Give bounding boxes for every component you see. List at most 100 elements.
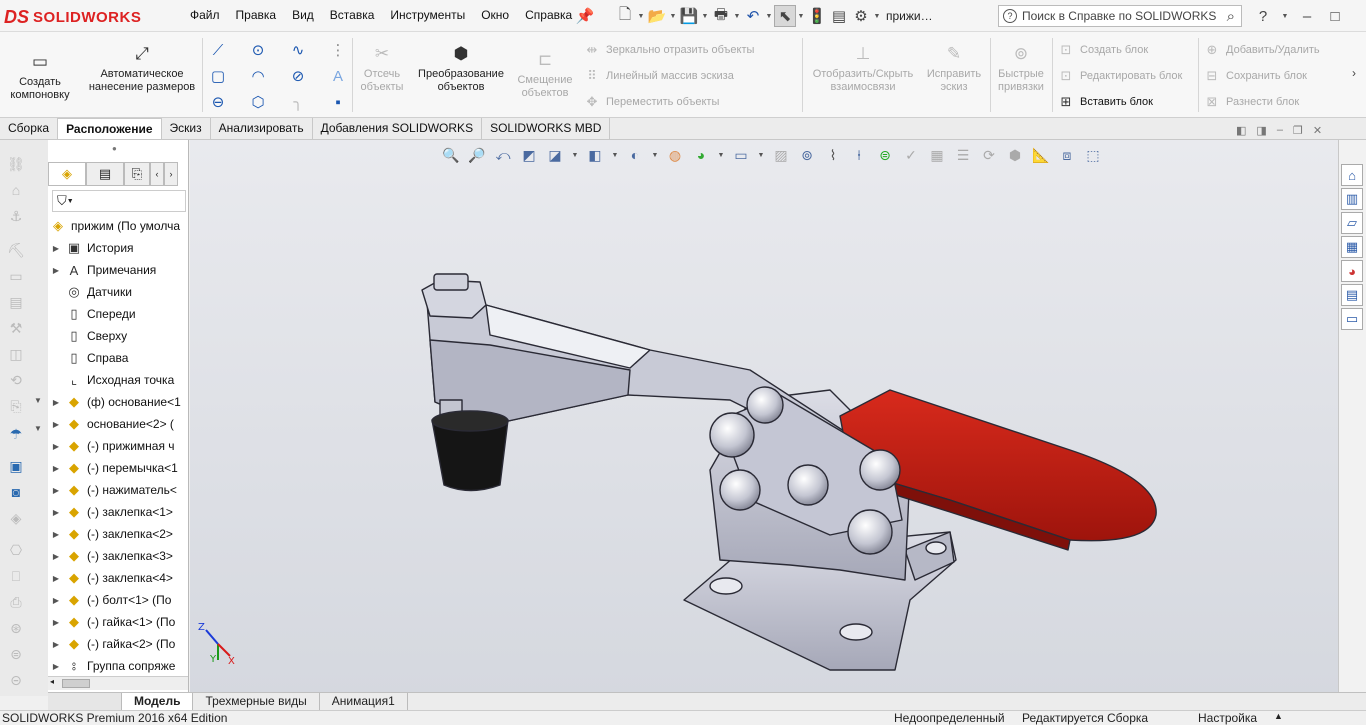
doc-restore-icon[interactable]: ❐: [1293, 124, 1303, 137]
tree-node[interactable]: ▶ ◆ основание<2> (: [48, 413, 174, 435]
component-icon[interactable]: ⬢: [1004, 145, 1026, 165]
menu-help[interactable]: Справка: [517, 8, 580, 22]
linear-pattern-button[interactable]: ⠿ Линейный массив эскиза: [584, 68, 734, 84]
tree-node[interactable]: ▶ ◆ (-) нажиматель<: [48, 479, 177, 501]
expand-arrow-icon[interactable]: ▶: [48, 398, 64, 407]
open-file-icon[interactable]: 📂: [646, 5, 668, 27]
interference-icon[interactable]: ⎕: [6, 568, 26, 586]
tile-left-icon[interactable]: ◧: [1236, 124, 1246, 137]
mass-properties-icon[interactable]: ⊝: [6, 672, 26, 690]
show-hidden-icon[interactable]: ▤: [6, 294, 26, 312]
circle-icon[interactable]: ⊙: [246, 40, 270, 60]
design-library-icon[interactable]: ▥: [1341, 188, 1363, 210]
expand-arrow-icon[interactable]: ▶: [48, 640, 64, 649]
chevron-down-icon[interactable]: ▼: [700, 13, 710, 20]
solidworks-logo[interactable]: DS SOLIDWORKS: [4, 4, 154, 30]
solidworks-resources-icon[interactable]: ⌂: [1341, 164, 1363, 186]
expand-arrow-icon[interactable]: ▶: [48, 618, 64, 627]
tree-node[interactable]: ▯ Спереди: [48, 303, 135, 325]
expand-arrow-icon[interactable]: ▶: [48, 420, 64, 429]
file-properties-icon[interactable]: ▤: [828, 5, 850, 27]
exploded-view-icon[interactable]: ☂: [6, 426, 26, 444]
sketch-grid-icon[interactable]: ⋮: [326, 40, 350, 60]
tabs-scroll-right-icon[interactable]: ›: [164, 162, 178, 186]
create-layout-button[interactable]: ▭ Создать компоновку: [4, 50, 76, 102]
doc-minimize-icon[interactable]: –: [1277, 124, 1283, 137]
clearance-icon[interactable]: ⎙: [6, 594, 26, 612]
menu-edit[interactable]: Правка: [228, 8, 285, 22]
custom-properties-icon[interactable]: ▤: [1341, 284, 1363, 306]
expand-arrow-icon[interactable]: ▶: [48, 464, 64, 473]
feature-manager-tab-icon[interactable]: ◈: [48, 162, 86, 186]
hide-show-items-icon[interactable]: ◍: [664, 145, 686, 165]
expand-arrow-icon[interactable]: ▶: [48, 596, 64, 605]
expand-arrow-icon[interactable]: ▶: [48, 244, 64, 253]
mate-pin-icon[interactable]: ⍿: [848, 145, 870, 165]
menu-tools[interactable]: Инструменты: [382, 8, 473, 22]
mate-icon[interactable]: ⌂: [6, 182, 26, 200]
tree-node[interactable]: ▶ ◆ (-) заклепка<2>: [48, 523, 173, 545]
trim-entities-button[interactable]: ✂ Отсечь объекты: [356, 42, 408, 94]
chevron-down-icon[interactable]: ▼: [872, 13, 882, 20]
move-entities-button[interactable]: ✥ Переместить объекты: [584, 94, 720, 110]
expand-arrow-icon[interactable]: ▶: [48, 662, 64, 671]
tree-node[interactable]: ▶ ◆ (-) заклепка<1>: [48, 501, 173, 523]
pin-icon[interactable]: 📌: [574, 5, 596, 27]
slot-icon[interactable]: ⊖: [206, 92, 230, 112]
model-canvas[interactable]: [190, 140, 1338, 696]
tab-animation[interactable]: Анимация1: [320, 693, 408, 710]
tree-node[interactable]: ▶ ◆ (-) прижимная ч: [48, 435, 175, 457]
menu-file[interactable]: Файл: [182, 8, 228, 22]
assembly-features-icon[interactable]: ⚒: [6, 320, 26, 338]
display-style-icon[interactable]: ◐: [624, 145, 646, 165]
create-block-button[interactable]: ⊡ Создать блок: [1058, 42, 1149, 58]
tab-addins[interactable]: Добавления SOLIDWORKS: [313, 118, 483, 139]
hexagon-icon[interactable]: ⬡: [246, 92, 270, 112]
3d-print-icon[interactable]: ⬚: [1082, 145, 1104, 165]
tree-node[interactable]: ▶ ◆ (-) перемычка<1: [48, 457, 178, 479]
section-view-icon[interactable]: ◩: [518, 145, 540, 165]
tree-horizontal-scrollbar[interactable]: ◂: [48, 676, 188, 690]
tree-node[interactable]: ▶ ◆ (ф) основание<1: [48, 391, 181, 413]
mirror-entities-button[interactable]: ⇹ Зеркально отразить объекты: [584, 42, 755, 58]
update-speedpak-icon[interactable]: ◙: [6, 484, 26, 502]
quick-snaps-button[interactable]: ⊚ Быстрые привязки: [994, 42, 1048, 94]
chevron-down-icon[interactable]: ▼: [732, 13, 742, 20]
tab-evaluate[interactable]: Анализировать: [211, 118, 313, 139]
tree-node[interactable]: ▶ A Примечания: [48, 259, 156, 281]
tree-node[interactable]: ▶ ◆ (-) гайка<2> (По: [48, 633, 175, 655]
restore-icon[interactable]: □: [1324, 5, 1346, 27]
tree-node[interactable]: ⌞ Исходная точка: [48, 369, 174, 391]
chevron-down-icon[interactable]: ▼: [650, 152, 660, 159]
tab-model[interactable]: Модель: [122, 693, 194, 710]
move-component-icon[interactable]: ▭: [6, 268, 26, 286]
measure-3d-icon[interactable]: 📐: [1030, 145, 1052, 165]
insert-block-button[interactable]: ⊞ Вставить блок: [1058, 94, 1153, 110]
save-icon[interactable]: 💾: [678, 5, 700, 27]
chevron-down-icon[interactable]: ▼: [1280, 13, 1290, 20]
save-block-button[interactable]: ⊟ Сохранить блок: [1204, 68, 1307, 84]
realview-icon[interactable]: ⊚: [796, 145, 818, 165]
doc-close-icon[interactable]: ✕: [1313, 124, 1322, 137]
view-settings-icon[interactable]: ▨: [770, 145, 792, 165]
tree-node[interactable]: ▯ Справа: [48, 347, 128, 369]
list-icon[interactable]: ☰: [952, 145, 974, 165]
chevron-down-icon[interactable]: ▼: [570, 152, 580, 159]
help-question-icon[interactable]: ?: [1252, 5, 1274, 27]
check-icon[interactable]: ✓: [900, 145, 922, 165]
tabs-scroll-left-icon[interactable]: ‹: [150, 162, 164, 186]
tree-node[interactable]: ◎ Датчики: [48, 281, 132, 303]
scrollbar-thumb[interactable]: [62, 679, 90, 688]
tree-node[interactable]: ▶ ◆ (-) гайка<1> (По: [48, 611, 175, 633]
tab-assembly[interactable]: Сборка: [0, 118, 59, 139]
apply-scene-icon[interactable]: ▭: [730, 145, 752, 165]
chevron-down-icon[interactable]: ▼: [34, 396, 42, 405]
tree-node[interactable]: ▶ ▣ История: [48, 237, 134, 259]
explode-block-button[interactable]: ⊠ Разнести блок: [1204, 94, 1300, 110]
chevron-down-icon[interactable]: ▼: [610, 152, 620, 159]
text-icon[interactable]: A: [326, 66, 350, 86]
offset-entities-button[interactable]: ⊏ Смещение объектов: [514, 48, 576, 100]
expand-arrow-icon[interactable]: ▶: [48, 530, 64, 539]
zoom-to-area-icon[interactable]: 🔎: [466, 145, 488, 165]
instant3d-icon[interactable]: ▣: [6, 458, 26, 476]
